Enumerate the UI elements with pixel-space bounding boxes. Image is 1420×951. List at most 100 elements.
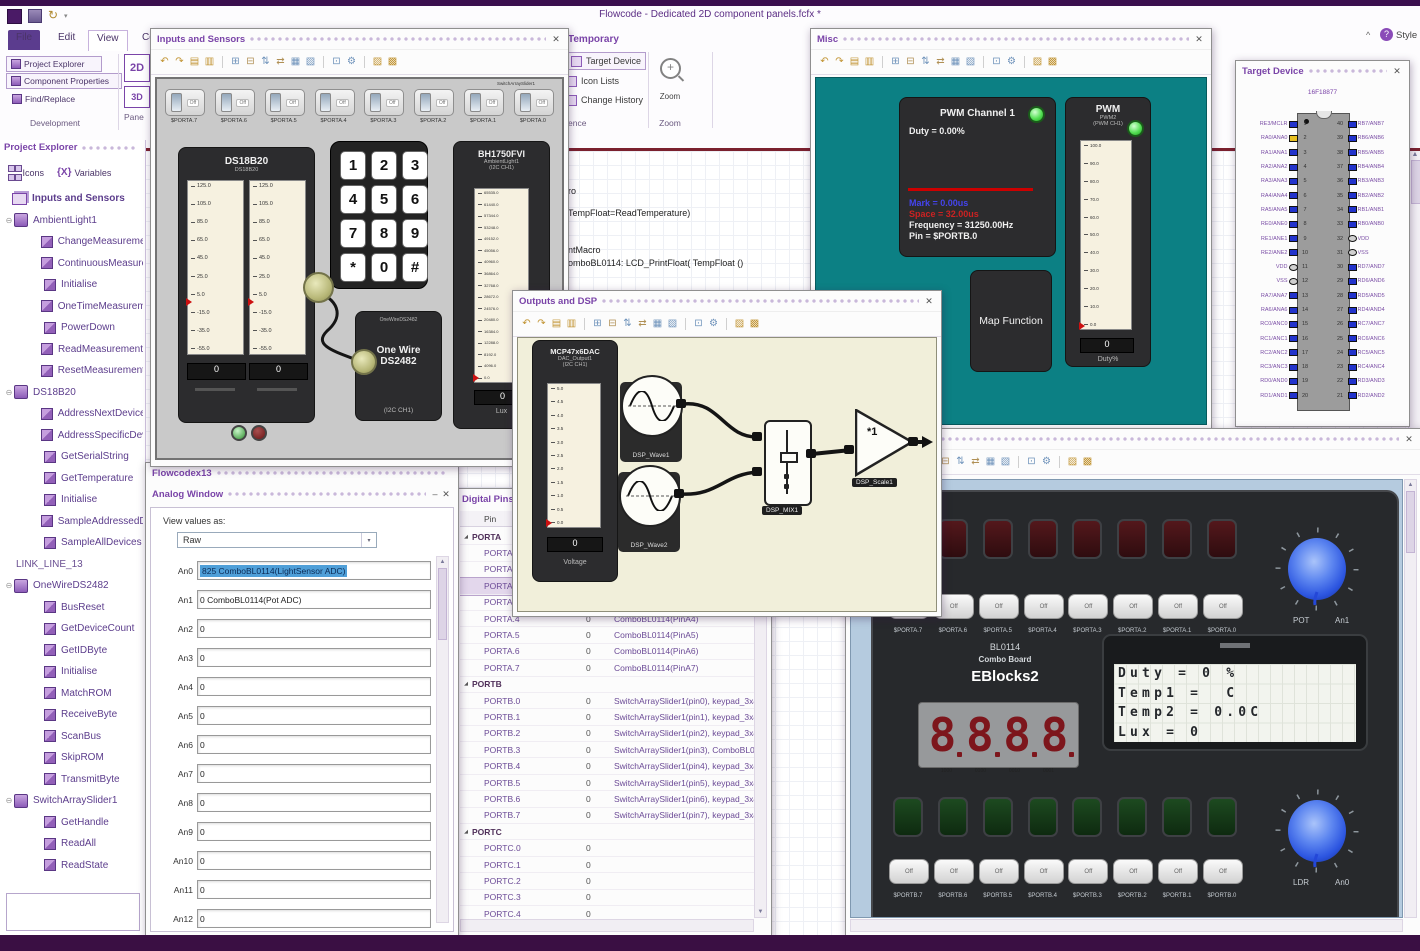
toolbar-icon[interactable] xyxy=(222,56,223,68)
toolbar-icon[interactable] xyxy=(584,318,585,330)
wire-node-icon[interactable] xyxy=(351,349,377,375)
pot-knob[interactable] xyxy=(1274,526,1360,612)
port-button[interactable]: Off $PORTB.0 xyxy=(1202,859,1243,902)
app-icon[interactable] xyxy=(7,9,22,24)
toolbar-icon[interactable]: ▩ xyxy=(387,56,398,68)
toolbar-icon[interactable]: ⊞ xyxy=(230,56,241,68)
toolbar-icon[interactable]: ↶ xyxy=(521,318,532,330)
toolbar-icon[interactable]: ▤ xyxy=(849,56,860,68)
pin-pad-icon[interactable] xyxy=(1288,192,1298,200)
pin-list-row[interactable]: ◢ PORTB.3 0 SwitchArraySlider1(pin3), Co… xyxy=(460,742,754,759)
pin-pad-icon[interactable] xyxy=(1288,235,1298,243)
toolbar-icon[interactable]: ⇄ xyxy=(637,318,648,330)
toolbar-icon[interactable]: ↶ xyxy=(159,56,170,68)
pin-row[interactable]: RD1/AND1 20 21 RD2/AND2 xyxy=(1239,389,1406,403)
pin-row[interactable]: RC1/ANC1 16 25 RC6/ANC6 xyxy=(1239,331,1406,345)
pin-row[interactable]: RA6/ANA6 14 27 RD4/AND4 xyxy=(1239,303,1406,317)
pin-list-row[interactable]: ◢ PORTB.2 0 SwitchArraySlider1(pin2), ke… xyxy=(460,726,754,743)
pin-pad-icon[interactable] xyxy=(1288,220,1298,228)
pin-pad-icon[interactable] xyxy=(1347,192,1357,200)
inputs-titlebar[interactable]: Inputs and Sensors ✕ xyxy=(151,29,568,49)
tree-item[interactable]: ⊖ ResetMeasurement xyxy=(2,360,143,382)
toolbar-icon[interactable]: ▥ xyxy=(566,318,577,330)
toolbar-icon[interactable]: ▨ xyxy=(372,56,383,68)
toolbar-icon[interactable]: ▤ xyxy=(189,56,200,68)
pin-pad-icon[interactable] xyxy=(1288,277,1298,285)
tree-item[interactable]: ⊖ AmbientLight1 xyxy=(2,210,143,232)
tree-item[interactable]: ⊖ SwitchArraySlider1 xyxy=(2,790,143,812)
channel-value-field[interactable]: 0 xyxy=(197,764,431,783)
tree-item[interactable]: ⊖ GetDeviceCount xyxy=(2,618,143,640)
expand-icon[interactable]: ◢ xyxy=(460,681,472,687)
toolbar-icon[interactable] xyxy=(364,56,365,68)
pin-pad-icon[interactable] xyxy=(1347,277,1357,285)
pin-row[interactable]: RC0/ANC0 15 26 RC7/ANC7 xyxy=(1239,317,1406,331)
port-button[interactable]: Off $PORTB.1 xyxy=(1158,859,1199,902)
expand-icon[interactable]: ⊖ xyxy=(4,581,14,590)
tab-file[interactable]: File xyxy=(8,30,41,50)
component-properties-button[interactable]: Component Properties xyxy=(6,73,122,89)
pin-pad-icon[interactable] xyxy=(1347,134,1357,142)
pin-pad-icon[interactable] xyxy=(1288,177,1298,185)
pin-row[interactable]: RE0/ANE0 8 33 RB0/ANB0 xyxy=(1239,217,1406,231)
toolbar-icon[interactable]: ▦ xyxy=(950,56,961,68)
toolbar-icon[interactable]: ▩ xyxy=(749,318,760,330)
pin-list-row[interactable]: ◢ PORTA.7 0 ComboBL0114(PinA7) xyxy=(460,660,754,677)
pin-pad-icon[interactable] xyxy=(1347,320,1357,328)
icons-button[interactable]: Icons xyxy=(4,162,48,184)
temporary-window-caption[interactable]: Temporary xyxy=(568,34,619,45)
channel-value-field[interactable]: 0 ComboBL0114(Pot ADC) xyxy=(197,590,431,609)
help-icon[interactable]: ? xyxy=(1380,28,1393,41)
analog-vscrollbar[interactable]: ▲ xyxy=(436,556,449,923)
toolbar-icon[interactable]: ⊡ xyxy=(331,56,342,68)
tree-item[interactable]: ⊖ TransmitByte xyxy=(2,769,143,791)
tree-item[interactable]: ⊖ GetSerialString xyxy=(2,446,143,468)
pin-pad-icon[interactable] xyxy=(1347,349,1357,357)
toolbar-icon[interactable]: ↶ xyxy=(819,56,830,68)
dsp-scale-amplifier[interactable]: *1 xyxy=(855,409,915,477)
pin-list-row[interactable]: ◢ PORTC.3 0 xyxy=(460,890,754,906)
port-button[interactable]: Off $PORTB.7 xyxy=(889,859,929,902)
close-icon[interactable]: ✕ xyxy=(440,489,452,500)
port-button[interactable]: Off $PORTA.1 xyxy=(1158,594,1199,637)
tree-item[interactable]: ⊖ ReadState xyxy=(2,855,143,877)
pin-pad-icon[interactable] xyxy=(1347,306,1357,314)
toolbar-icon[interactable]: ▦ xyxy=(290,56,301,68)
pin-list-row[interactable]: ◢ PORTA.5 0 ComboBL0114(PinA5) xyxy=(460,627,754,644)
toolbar-icon[interactable]: ⊞ xyxy=(592,318,603,330)
port-button[interactable]: Off $PORTB.4 xyxy=(1023,859,1064,902)
toolbar-icon[interactable]: ⇅ xyxy=(622,318,633,330)
channel-value-field[interactable]: 0 xyxy=(197,793,431,812)
toolbar-icon[interactable]: ⊡ xyxy=(1026,456,1037,468)
close-icon[interactable]: ✕ xyxy=(550,34,562,45)
pin-row[interactable]: RA0/ANA0 2 39 RB6/ANB6 xyxy=(1239,131,1406,145)
channel-value-field[interactable]: 0 xyxy=(197,909,431,928)
pin-pad-icon[interactable] xyxy=(1288,349,1298,357)
tree-item[interactable]: ⊖ ReceiveByte xyxy=(2,704,143,726)
tree-item[interactable]: ⊖ ReadMeasurement xyxy=(2,339,143,361)
tree-item[interactable]: ⊖ PowerDown xyxy=(2,317,143,339)
tree-item[interactable]: ⊖ Initialise xyxy=(2,489,143,511)
pin-list-row[interactable]: ◢ PORTC.0 0 xyxy=(460,840,754,857)
map-function-box[interactable]: Map Function xyxy=(970,270,1052,372)
toolbar-icon[interactable]: ⊡ xyxy=(991,56,1002,68)
pin-pad-icon[interactable] xyxy=(1288,363,1298,371)
3d-panel-button[interactable]: 3D xyxy=(124,86,150,108)
pin-list-row[interactable]: ◢ PORTB.5 0 SwitchArraySlider1(pin5), ke… xyxy=(460,775,754,792)
sine-wave-icon[interactable] xyxy=(621,375,683,437)
tree-item[interactable]: ⊖ ChangeMeasuremen... xyxy=(2,231,143,253)
pin-pad-icon[interactable] xyxy=(1347,235,1357,243)
tree-item[interactable]: ⊖ GetHandle xyxy=(2,812,143,834)
pin-pad-icon[interactable] xyxy=(1288,306,1298,314)
pin-pad-icon[interactable] xyxy=(1347,177,1357,185)
pin-list-row[interactable]: ◢ PORTB.6 0 SwitchArraySlider1(pin6), ke… xyxy=(460,791,754,808)
toolbar-icon[interactable]: ↷ xyxy=(834,56,845,68)
2d-panel-button[interactable]: 2D xyxy=(124,54,150,82)
tree-item[interactable]: ⊖ OneTimeMeasurem... xyxy=(2,296,143,318)
pin-row[interactable]: RA1/ANA1 3 38 RB5/ANB5 xyxy=(1239,146,1406,160)
pin-pad-icon[interactable] xyxy=(1288,320,1298,328)
tab-edit[interactable]: Edit xyxy=(50,30,83,50)
pin-pad-icon[interactable] xyxy=(1288,149,1298,157)
toolbar-icon[interactable] xyxy=(1059,456,1060,468)
toolbar-icon[interactable]: ⚙ xyxy=(708,318,719,330)
